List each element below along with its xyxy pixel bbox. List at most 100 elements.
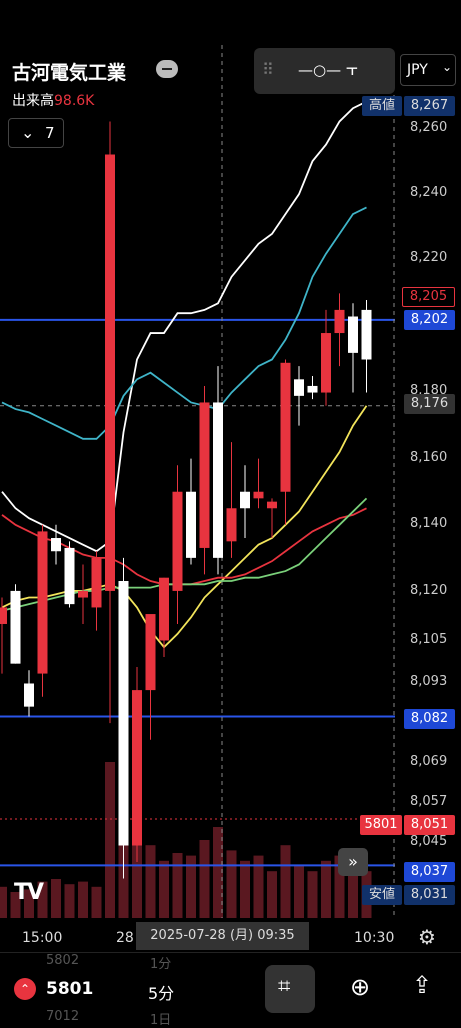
collapse-arrows-icon: ⌗ bbox=[278, 974, 291, 999]
price-tick: 8,140 bbox=[410, 516, 448, 531]
price-tick: 8,120 bbox=[410, 583, 448, 598]
volume-readout: 出来高98.6K bbox=[12, 90, 94, 110]
price-tick: 8,220 bbox=[410, 250, 448, 265]
candlestick-chart[interactable] bbox=[0, 0, 461, 1024]
candle-body bbox=[186, 491, 196, 558]
candle-body bbox=[348, 316, 358, 353]
candle-body bbox=[132, 690, 142, 846]
high-label: 高値 bbox=[362, 96, 402, 116]
candle-body bbox=[10, 590, 21, 664]
bottom-line-price-box: 8,037 bbox=[404, 862, 455, 882]
interval-picker[interactable]: 5分 bbox=[148, 980, 174, 1004]
current-price-box: 8,051 bbox=[404, 815, 455, 835]
lower-line-price-box: 8,082 bbox=[404, 709, 455, 729]
price-tick: 8,105 bbox=[410, 632, 448, 647]
candle-body bbox=[280, 362, 291, 492]
interval-below: 1日 bbox=[150, 1013, 172, 1028]
low-price-box: 8,031 bbox=[404, 885, 455, 905]
candle-body bbox=[307, 385, 318, 393]
horizontal-line-tool-icon[interactable]: —○— bbox=[298, 61, 341, 79]
chevron-down-icon: ⌄ bbox=[21, 123, 35, 142]
volume-bar bbox=[199, 840, 210, 918]
candle-body bbox=[51, 538, 61, 552]
scroll-to-latest-button[interactable]: » bbox=[338, 848, 368, 876]
candle-body bbox=[294, 379, 304, 396]
candle-body bbox=[199, 402, 210, 548]
indicator-line bbox=[1, 100, 367, 553]
currency-dropdown[interactable]: JPY ⌄ bbox=[400, 54, 456, 86]
time-tick: 10:30 bbox=[354, 930, 395, 946]
high-price-box: 8,267 bbox=[404, 96, 455, 116]
volume-bar bbox=[159, 860, 169, 918]
candle-body bbox=[361, 309, 372, 360]
candle-body bbox=[105, 154, 115, 591]
candle-body bbox=[78, 590, 88, 598]
candle-body bbox=[213, 402, 223, 558]
price-tick: 8,093 bbox=[410, 674, 448, 689]
currency-label: JPY bbox=[407, 62, 428, 78]
vertical-line-tool-icon[interactable]: ⫟ bbox=[346, 56, 358, 80]
candle-body bbox=[145, 614, 156, 691]
volume-value: 98.6K bbox=[54, 93, 95, 109]
candle-body bbox=[226, 508, 237, 542]
price-tick: 8,045 bbox=[410, 834, 448, 849]
candle-body bbox=[37, 531, 48, 674]
candle-body bbox=[321, 333, 331, 393]
volume-bar bbox=[145, 845, 156, 918]
timeframe-dropdown[interactable]: ⌄ 7 bbox=[8, 118, 64, 148]
volume-bar bbox=[226, 850, 237, 918]
candle-body bbox=[267, 501, 277, 509]
upper-line-price-box: 8,202 bbox=[404, 310, 455, 330]
scroll-value-above: 5802 bbox=[46, 953, 80, 968]
tradingview-logo: TV bbox=[14, 880, 44, 905]
time-tick: 28 bbox=[116, 930, 134, 946]
time-tick: 15:00 bbox=[22, 930, 63, 946]
collapse-toggle-button[interactable] bbox=[156, 60, 178, 78]
volume-bar bbox=[78, 881, 88, 918]
double-chevron-right-icon: » bbox=[348, 852, 358, 871]
indicator-line bbox=[1, 405, 368, 649]
scroll-value-below: 7012 bbox=[46, 1009, 80, 1024]
bottom-toolbar: 5802 ⌃ 5801 7012 1分 5分 1日 ⌗ ⊕ ⇪ bbox=[0, 952, 461, 1028]
candle-body bbox=[24, 683, 34, 707]
add-indicator-icon[interactable]: ⊕ bbox=[350, 973, 370, 1001]
price-value[interactable]: 5801 bbox=[46, 979, 93, 999]
price-tick: 8,057 bbox=[410, 794, 448, 809]
volume-bar bbox=[172, 853, 183, 918]
volume-bar bbox=[51, 879, 61, 918]
share-icon[interactable]: ⇪ bbox=[412, 971, 432, 999]
volume-bar bbox=[307, 871, 318, 918]
price-tick: 8,069 bbox=[410, 754, 448, 769]
candle-body bbox=[64, 547, 75, 605]
volume-bar bbox=[294, 866, 304, 918]
volume-bar bbox=[240, 860, 250, 918]
candle-body bbox=[159, 577, 169, 641]
drawing-toolbar: ⠿ —○— ⫟ bbox=[254, 48, 395, 94]
candle-body bbox=[240, 491, 250, 509]
timeframe-count: 7 bbox=[45, 124, 55, 142]
low-label: 安値 bbox=[362, 885, 402, 905]
price-toggle-icon[interactable]: ⌃ bbox=[14, 978, 36, 1000]
price-tick: 8,160 bbox=[410, 450, 448, 465]
company-title: 古河電気工業 bbox=[12, 62, 127, 84]
fullscreen-button[interactable]: ⌗ bbox=[265, 965, 315, 1013]
candle-body bbox=[0, 607, 7, 624]
volume-bar bbox=[321, 860, 331, 918]
volume-label: 出来高 bbox=[12, 93, 54, 109]
candle-body bbox=[118, 581, 129, 846]
volume-bar bbox=[91, 886, 102, 918]
volume-bar bbox=[280, 845, 291, 918]
drag-handle-icon[interactable]: ⠿ bbox=[262, 60, 274, 79]
current-volume-box: 5801 bbox=[360, 815, 402, 835]
price-tick: 8,240 bbox=[410, 185, 448, 200]
indicator-line bbox=[1, 206, 367, 440]
volume-bar bbox=[0, 886, 7, 918]
candle-body bbox=[253, 491, 264, 499]
last-price-box: 8,205 bbox=[402, 287, 455, 307]
candle-body bbox=[334, 309, 345, 334]
volume-bar bbox=[267, 871, 277, 918]
volume-bar bbox=[105, 762, 115, 918]
price-tick: 8,260 bbox=[410, 120, 448, 135]
settings-gear-icon[interactable]: ⚙ bbox=[418, 925, 436, 949]
crosshair-price-box: 8,176 bbox=[404, 394, 455, 414]
